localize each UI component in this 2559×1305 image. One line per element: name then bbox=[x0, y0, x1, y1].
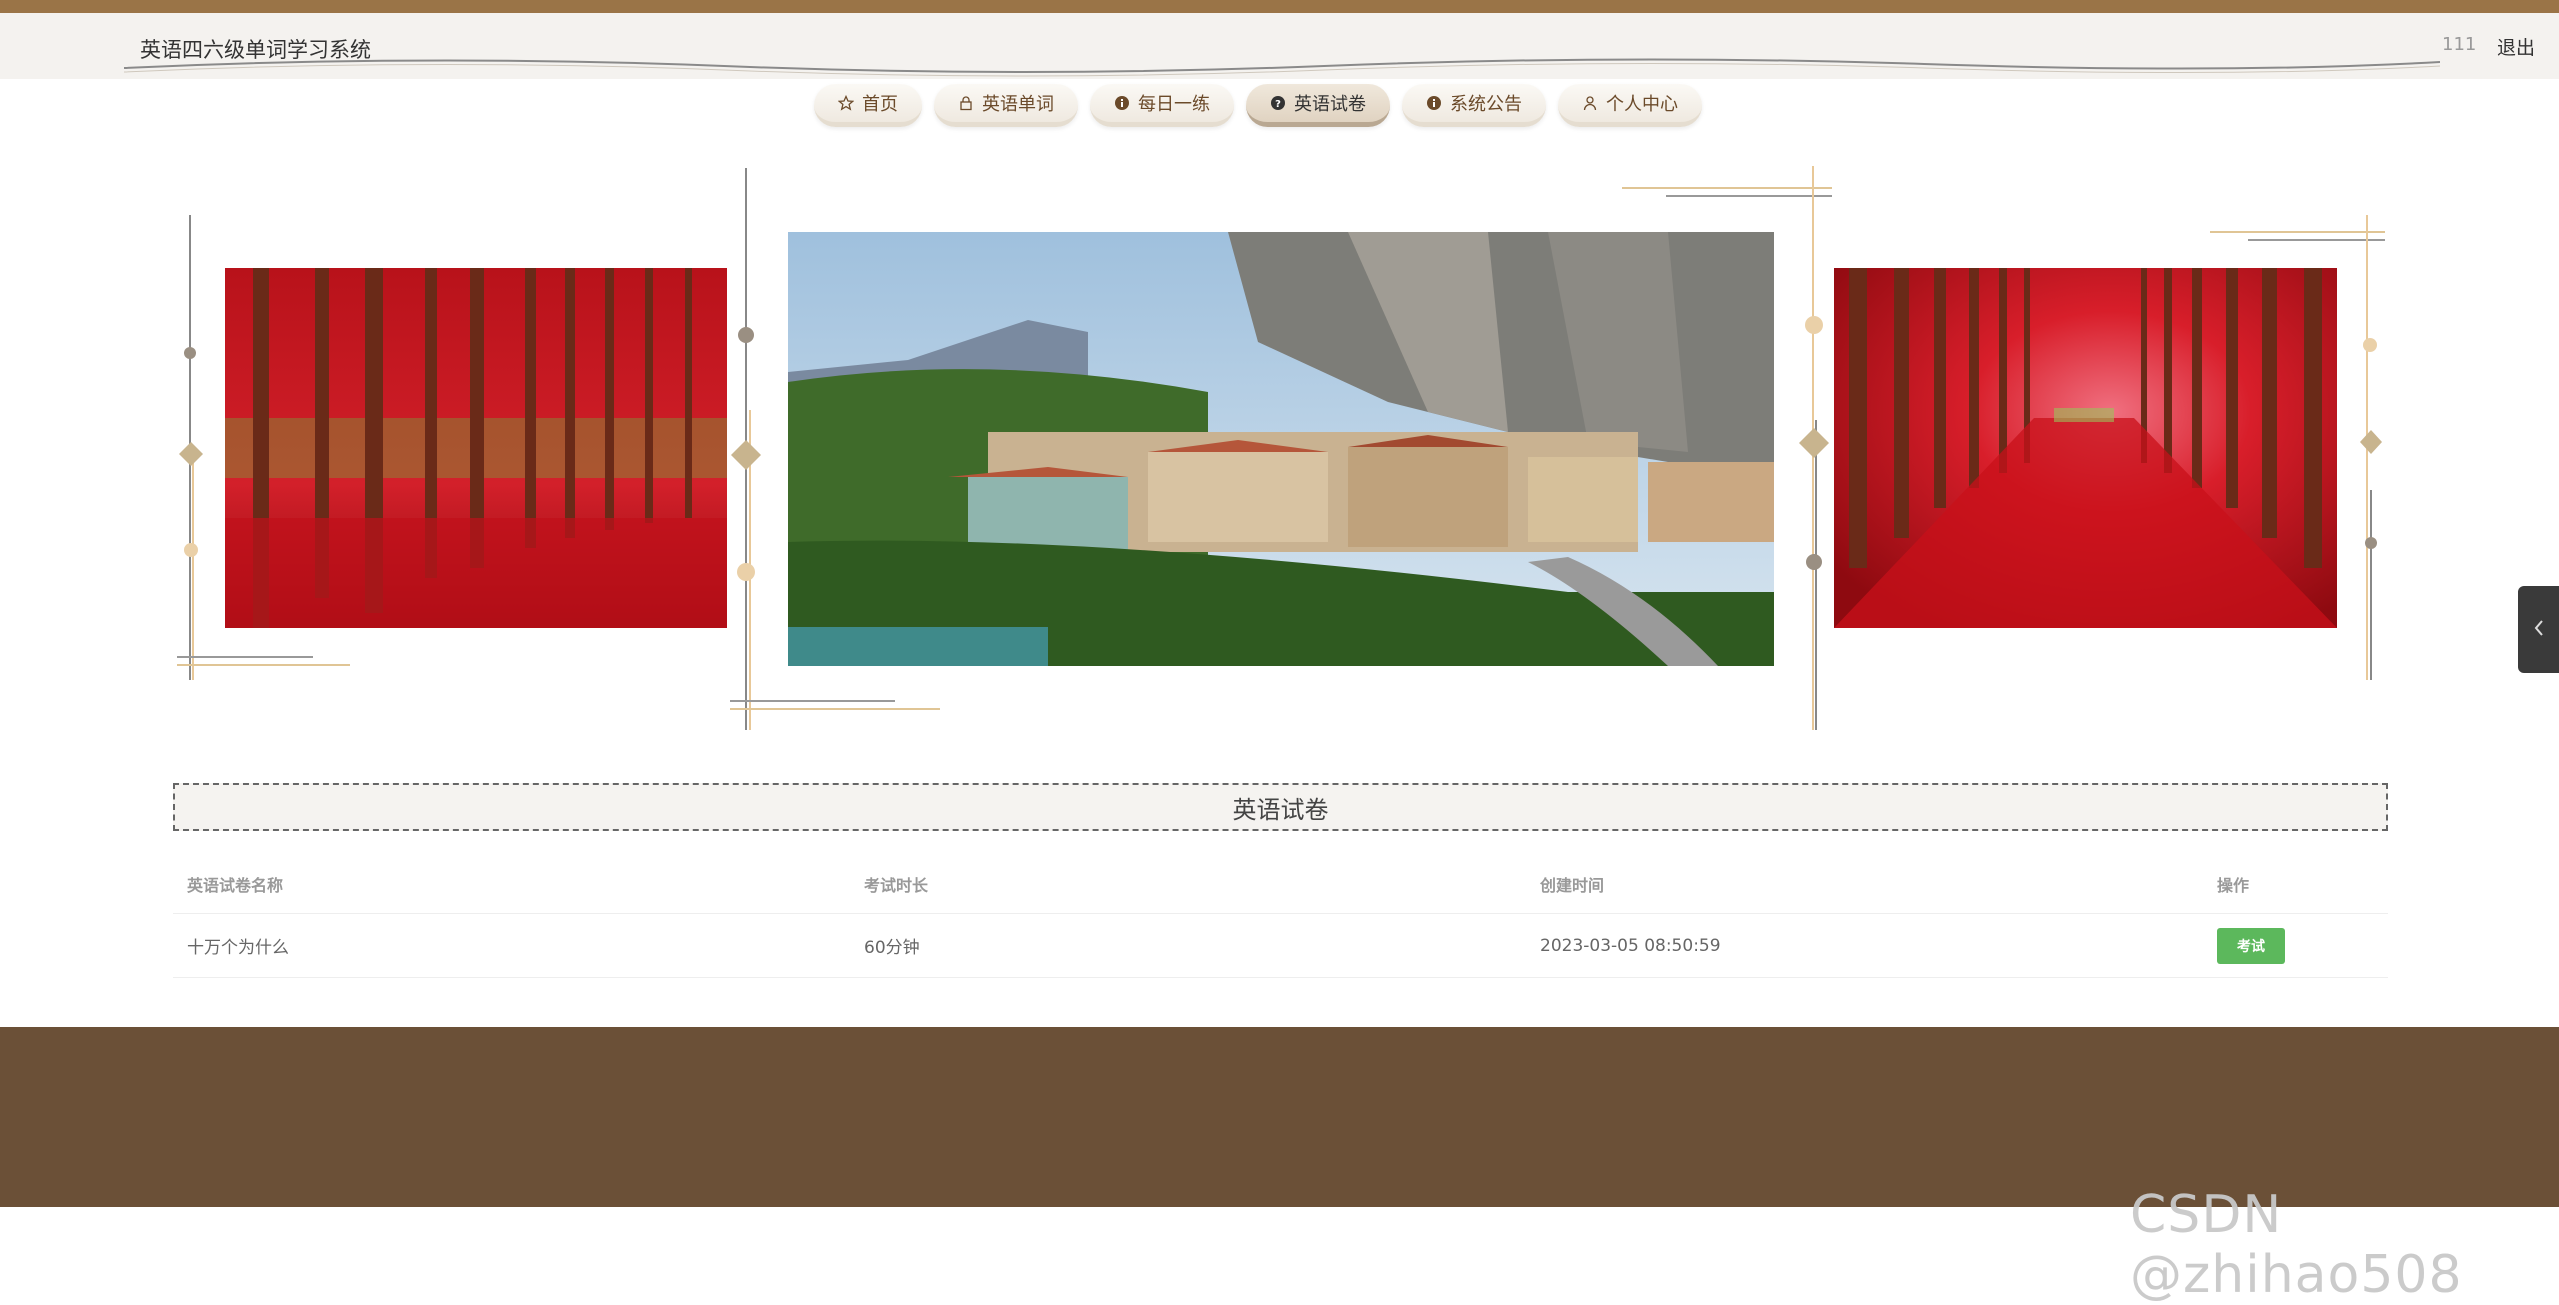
side-panel-toggle[interactable] bbox=[2518, 586, 2559, 673]
header-created-time: 创建时间 bbox=[1526, 855, 2203, 914]
nav-personal-center[interactable]: 个人中心 bbox=[1558, 84, 1702, 127]
nav-english-words[interactable]: 英语单词 bbox=[934, 84, 1078, 127]
watermark: CSDN @zhihao508 bbox=[2130, 1185, 2463, 1305]
nav-daily-practice-label: 每日一练 bbox=[1138, 94, 1210, 115]
question-circle-icon: ? bbox=[1270, 95, 1286, 111]
table-header-row: 英语试卷名称 考试时长 创建时间 操作 bbox=[173, 855, 2388, 914]
banner-carousel bbox=[0, 160, 2559, 813]
slide-mountain-village[interactable] bbox=[788, 232, 1774, 666]
table-row: 十万个为什么 60分钟 2023-03-05 08:50:59 考试 bbox=[173, 913, 2388, 978]
slide-red-avenue[interactable] bbox=[1834, 268, 2337, 628]
site-title: 英语四六级单词学习系统 bbox=[140, 38, 371, 62]
nav-announcements-label: 系统公告 bbox=[1450, 94, 1522, 115]
cell-action: 考试 bbox=[2203, 913, 2388, 978]
chevron-left-icon bbox=[2532, 618, 2546, 642]
top-accent-strip bbox=[0, 0, 2559, 13]
nav-english-words-label: 英语单词 bbox=[982, 94, 1054, 115]
cell-duration: 60分钟 bbox=[850, 913, 1526, 978]
nav-daily-practice[interactable]: 每日一练 bbox=[1090, 84, 1234, 127]
lock-icon bbox=[958, 95, 974, 111]
nav-personal-center-label: 个人中心 bbox=[1606, 94, 1678, 115]
info-circle-icon bbox=[1426, 95, 1442, 111]
username: 111 bbox=[2442, 34, 2477, 55]
slide-red-forest[interactable] bbox=[225, 268, 727, 628]
cell-created-time: 2023-03-05 08:50:59 bbox=[1526, 913, 2203, 978]
nav-announcements[interactable]: 系统公告 bbox=[1402, 84, 1546, 127]
nav-english-exam[interactable]: ? 英语试卷 bbox=[1246, 84, 1390, 127]
star-icon bbox=[838, 95, 854, 111]
section-title: 英语试卷 bbox=[173, 783, 2388, 831]
logout-link[interactable]: 退出 bbox=[2497, 33, 2535, 60]
user-icon bbox=[1582, 95, 1598, 111]
svg-text:?: ? bbox=[1275, 99, 1281, 110]
header-duration: 考试时长 bbox=[850, 855, 1526, 914]
header-wave-decoration bbox=[124, 58, 2440, 77]
nav-home[interactable]: 首页 bbox=[814, 84, 922, 127]
nav-home-label: 首页 bbox=[862, 94, 898, 115]
footer bbox=[0, 1027, 2559, 1207]
nav-english-exam-label: 英语试卷 bbox=[1294, 94, 1366, 115]
cell-exam-name: 十万个为什么 bbox=[173, 913, 850, 978]
main-nav: 首页 英语单词 每日一练 ? 英语试卷 系统公告 个人中心 bbox=[814, 84, 1702, 127]
header-exam-name: 英语试卷名称 bbox=[173, 855, 850, 914]
take-exam-button[interactable]: 考试 bbox=[2217, 927, 2285, 964]
header-action: 操作 bbox=[2203, 855, 2388, 914]
info-circle-icon bbox=[1114, 95, 1130, 111]
exam-table: 英语试卷名称 考试时长 创建时间 操作 十万个为什么 60分钟 2023-03-… bbox=[173, 855, 2388, 978]
